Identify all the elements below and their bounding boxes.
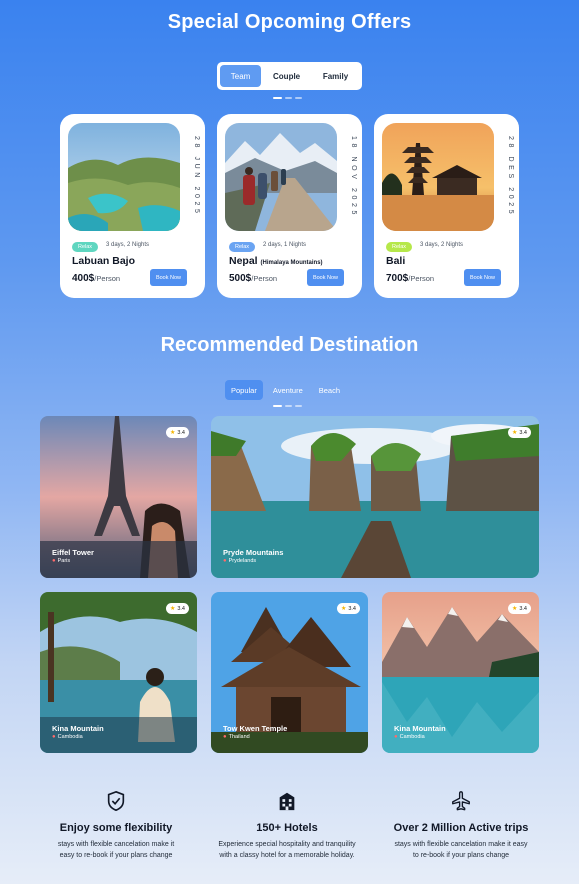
offer-date: 28 DES 2025 [507, 136, 514, 218]
shield-check-icon [107, 790, 125, 812]
offers-pagination[interactable] [273, 97, 302, 99]
destination-name: Tow Kwen Temple [223, 724, 288, 733]
tab-team[interactable]: Team [220, 65, 262, 87]
destination-name: Pryde Mountains [223, 548, 284, 557]
offer-card: 28 DES 2025 Relax 3 days, 2 Nights Bali … [374, 114, 519, 298]
tab-couple[interactable]: Couple [263, 65, 310, 87]
offer-price: 700$/Person [386, 273, 435, 284]
tab-aventure[interactable]: Aventure [267, 380, 309, 400]
offer-card: 28 JUN 2025 Relax 3 days, 2 Nights Labua… [60, 114, 205, 298]
destination-card[interactable]: ★ 3.4 Kina Mountain ● Cambodia [382, 592, 539, 753]
offer-duration: 2 days, 1 Nights [263, 242, 307, 248]
book-now-button[interactable]: Book Now [307, 269, 344, 286]
offer-duration: 3 days, 2 Nights [420, 242, 464, 248]
feature-description: Experience special hospitality and tranq… [218, 841, 356, 859]
feature-description: stays with flexible cancelation make it e… [57, 841, 175, 859]
feature-description: stays with flexible cancelation make it … [394, 841, 528, 859]
destination-card[interactable]: ★ 3.4 Kina Mountain ● Cambodia [40, 592, 197, 753]
offer-image [68, 123, 180, 231]
offer-price: 400$/Person [72, 273, 121, 284]
destination-location: ● Cambodia [394, 734, 425, 740]
offer-image [382, 123, 494, 231]
offer-date: 18 NOV 2025 [350, 136, 357, 219]
star-icon: ★ [511, 430, 518, 436]
location-pin-icon: ● [223, 558, 227, 564]
feature-title: Enjoy some flexibility [59, 822, 173, 834]
offer-place: Bali [386, 255, 406, 267]
offers-title: Special Opcoming Offers [167, 11, 412, 33]
destination-name: Eiffel Tower [52, 548, 94, 557]
location-pin-icon: ● [52, 558, 56, 564]
destination-title: Recommended Destination [160, 334, 419, 356]
destination-pagination[interactable] [273, 405, 302, 407]
location-pin-icon: ● [52, 734, 56, 740]
location-pin-icon: ● [394, 734, 398, 740]
destination-card[interactable]: ★ 3.4 Tow Kwen Temple ● Thailand [211, 592, 368, 753]
offer-duration: 3 days, 2 Nights [106, 242, 150, 248]
offer-card: 18 NOV 2025 Relax 2 days, 1 Nights Nepal… [217, 114, 362, 298]
tab-popular[interactable]: Popular [225, 380, 263, 400]
offers-tab-group: Team Couple Family [217, 62, 362, 90]
tab-beach[interactable]: Beach [313, 380, 346, 400]
offer-place: Nepal (Himalaya Mountains) [229, 255, 323, 267]
feature-flexibility: Enjoy some flexibility stays with flexib… [31, 790, 201, 861]
rating-badge: ★ 3.4 [165, 427, 189, 438]
rating-badge: ★ 3.4 [336, 603, 360, 614]
feature-title: Over 2 Million Active trips [393, 822, 529, 834]
feature-hotels: 150+ Hotels Experience special hospitali… [202, 790, 372, 861]
hotel-icon [279, 792, 295, 811]
destination-name: Kina Mountain [52, 724, 104, 733]
offer-tag: Relax [229, 242, 256, 252]
destination-card[interactable]: ★ 3.4 Eiffel Tower ● Paris [40, 416, 197, 578]
book-now-button[interactable]: Book Now [464, 269, 501, 286]
book-now-button[interactable]: Book Now [150, 269, 187, 286]
destination-location: ● Cambodia [52, 734, 83, 740]
destination-location: ● Prydelands [223, 558, 257, 564]
destination-name: Kina Mountain [394, 724, 446, 733]
feature-active-trips: Over 2 Million Active trips stays with f… [376, 790, 546, 861]
offer-price: 500$/Person [229, 273, 278, 284]
offer-tag: Relax [386, 242, 413, 252]
destination-card[interactable]: ★ 3.4 Pryde Mountains ● Prydelands [211, 416, 539, 578]
rating-badge: ★ 3.4 [165, 603, 189, 614]
airplane-icon [452, 791, 470, 811]
destination-location: ● Thailand [223, 734, 250, 740]
star-icon: ★ [169, 430, 176, 436]
star-icon: ★ [169, 606, 176, 612]
offer-tag: Relax [72, 242, 99, 252]
tab-family[interactable]: Family [312, 65, 359, 87]
feature-title: 150+ Hotels [256, 822, 318, 834]
offer-date: 28 JUN 2025 [193, 136, 200, 217]
offer-place: Labuan Bajo [72, 255, 136, 267]
offer-image [225, 123, 337, 231]
rating-badge: ★ 3.4 [507, 603, 531, 614]
destination-tab-group: Popular Aventure Beach [225, 380, 346, 400]
star-icon: ★ [340, 606, 347, 612]
location-pin-icon: ● [223, 734, 227, 740]
rating-badge: ★ 3.4 [507, 427, 531, 438]
star-icon: ★ [511, 606, 518, 612]
destination-location: ● Paris [52, 558, 71, 564]
